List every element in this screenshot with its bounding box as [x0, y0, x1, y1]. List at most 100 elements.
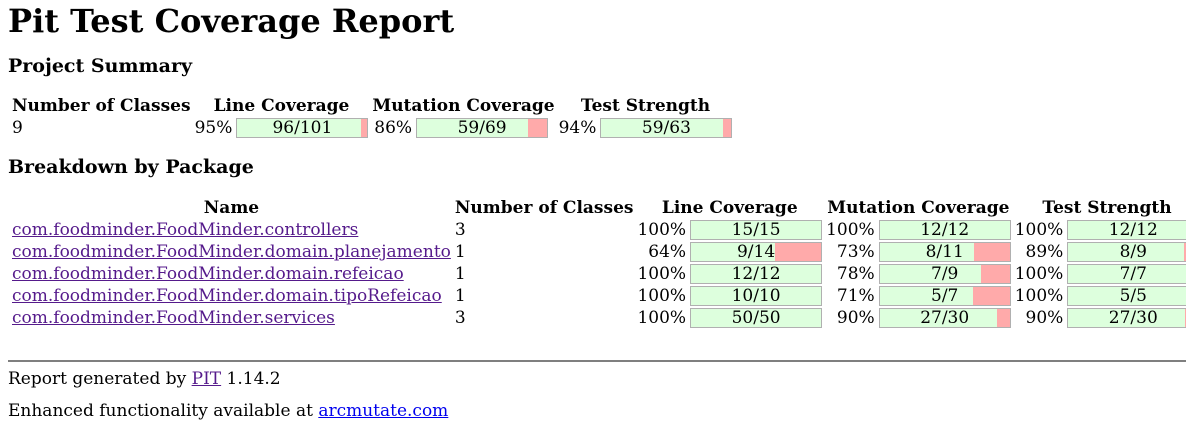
pit-link[interactable]: PIT	[192, 369, 222, 389]
mutation-coverage-bar: 8/11	[878, 242, 1011, 262]
summary-header-classes: Number of Classes	[12, 96, 191, 116]
breakdown-header-classes: Number of Classes	[454, 198, 634, 218]
mutation-coverage-bar: 7/9	[878, 264, 1011, 284]
arcmutate-link[interactable]: arcmutate.com	[318, 401, 448, 421]
line-coverage-bar: 9/14	[690, 242, 823, 262]
line-cell: 50/50	[689, 308, 823, 328]
pit-version: 1.14.2	[226, 369, 281, 389]
strength-label: 12/12	[1108, 220, 1158, 240]
table-row: com.foodminder.FoodMinder.services 3 100% 5…	[11, 308, 1186, 328]
strength-cell: 5/5	[1066, 286, 1186, 306]
package-link[interactable]: com.foodminder.FoodMinder.domain.tipoRef…	[12, 286, 442, 306]
line-pct: 64%	[648, 242, 687, 262]
package-link[interactable]: com.foodminder.FoodMinder.domain.planeja…	[12, 242, 451, 262]
table-row: com.foodminder.FoodMinder.controllers 3 10…	[11, 220, 1186, 240]
mutation-cell: 5/7	[878, 286, 1012, 306]
line-cell: 9/14	[689, 242, 823, 262]
summary-line-cell: 96/101	[235, 118, 369, 138]
generated-prefix: Report generated by	[8, 369, 187, 389]
table-row: com.foodminder.FoodMinder.domain.refeica…	[11, 264, 1186, 284]
summary-strength-cell: 59/63	[599, 118, 733, 138]
summary-mutation-bar: 59/69	[416, 118, 549, 138]
line-pct: 100%	[637, 286, 687, 306]
line-label: 9/14	[736, 242, 776, 262]
mutation-label: 7/9	[931, 264, 959, 284]
strength-coverage-bar: 12/12	[1067, 220, 1186, 240]
line-coverage-bar: 12/12	[690, 264, 823, 284]
report-generated-line: Report generated by PIT 1.14.2	[8, 369, 281, 389]
line-pct: 100%	[637, 264, 687, 284]
mutation-coverage-bar: 27/30	[878, 308, 1011, 328]
package-cell: com.foodminder.FoodMinder.domain.refeica…	[11, 264, 452, 284]
mutation-cell: 7/9	[878, 264, 1012, 284]
divider	[8, 360, 1186, 362]
line-label: 10/10	[731, 286, 781, 306]
line-label: 12/12	[731, 264, 781, 284]
summary-classes: 9	[12, 118, 23, 138]
line-cell: 12/12	[689, 264, 823, 284]
enhanced-prefix: Enhanced functionality available at	[8, 401, 313, 421]
line-pct: 100%	[637, 220, 687, 240]
strength-cell: 27/30	[1066, 308, 1186, 328]
mutation-label: 12/12	[920, 220, 970, 240]
line-cell: 15/15	[689, 220, 823, 240]
summary-header-line: Line Coverage	[213, 96, 350, 116]
mutation-pct: 78%	[836, 264, 875, 284]
package-classes: 3	[454, 220, 466, 240]
breakdown-heading: Breakdown by Package	[8, 156, 254, 178]
summary-line-bar: 96/101	[236, 118, 369, 138]
strength-coverage-bar: 8/9	[1067, 242, 1186, 262]
package-classes: 1	[454, 264, 466, 284]
summary-line-label: 96/101	[272, 118, 333, 138]
strength-label: 7/7	[1119, 264, 1147, 284]
mutation-label: 5/7	[931, 286, 959, 306]
strength-pct: 100%	[1014, 264, 1064, 284]
mutation-pct: 73%	[836, 242, 875, 262]
strength-coverage-bar: 5/5	[1067, 286, 1186, 306]
breakdown-rows: com.foodminder.FoodMinder.controllers 3 10…	[11, 220, 1186, 328]
line-label: 15/15	[731, 220, 781, 240]
package-cell: com.foodminder.FoodMinder.domain.planeja…	[11, 242, 452, 262]
line-cell: 10/10	[689, 286, 823, 306]
package-classes: 3	[454, 308, 466, 328]
table-row: com.foodminder.FoodMinder.domain.planeja…	[11, 242, 1186, 262]
mutation-cell: 8/11	[878, 242, 1012, 262]
summary-header-mutation: Mutation Coverage	[372, 96, 555, 116]
mutation-pct: 71%	[836, 286, 875, 306]
summary-strength-pct: 94%	[558, 118, 597, 138]
line-label: 50/50	[731, 308, 781, 328]
package-link[interactable]: com.foodminder.FoodMinder.controllers	[12, 220, 358, 240]
mutation-coverage-bar: 5/7	[878, 286, 1011, 306]
summary-header-strength: Test Strength	[580, 96, 711, 116]
mutation-pct: 100%	[826, 220, 875, 240]
strength-coverage-bar: 27/30	[1067, 308, 1186, 328]
enhanced-functionality-line: Enhanced functionality available at arcm…	[8, 401, 448, 421]
breakdown-header-mutation: Mutation Coverage	[827, 198, 1010, 218]
package-cell: com.foodminder.FoodMinder.services	[11, 308, 452, 328]
mutation-pct: 90%	[836, 308, 875, 328]
mutation-label: 27/30	[920, 308, 970, 328]
package-link[interactable]: com.foodminder.FoodMinder.services	[12, 308, 335, 328]
line-coverage-bar: 50/50	[690, 308, 823, 328]
strength-cell: 8/9	[1066, 242, 1186, 262]
summary-mutation-label: 59/69	[457, 118, 507, 138]
package-classes: 1	[454, 286, 466, 306]
summary-strength-label: 59/63	[641, 118, 691, 138]
strength-pct: 100%	[1014, 220, 1064, 240]
project-summary-heading: Project Summary	[8, 55, 192, 77]
package-cell: com.foodminder.FoodMinder.domain.tipoRef…	[11, 286, 452, 306]
package-link[interactable]: com.foodminder.FoodMinder.domain.refeica…	[12, 264, 404, 284]
package-classes: 1	[454, 242, 466, 262]
line-pct: 100%	[637, 308, 687, 328]
breakdown-table: Name Number of Classes Line Coverage Mut…	[9, 195, 1186, 330]
strength-label: 8/9	[1119, 242, 1147, 262]
package-cell: com.foodminder.FoodMinder.controllers	[11, 220, 452, 240]
strength-cell: 12/12	[1066, 220, 1186, 240]
breakdown-header-strength: Test Strength	[1042, 198, 1172, 218]
strength-pct: 90%	[1025, 308, 1064, 328]
mutation-cell: 27/30	[878, 308, 1012, 328]
summary-line-pct: 95%	[194, 118, 233, 138]
line-coverage-bar: 15/15	[690, 220, 823, 240]
summary-mutation-cell: 59/69	[415, 118, 556, 138]
strength-cell: 7/7	[1066, 264, 1186, 284]
